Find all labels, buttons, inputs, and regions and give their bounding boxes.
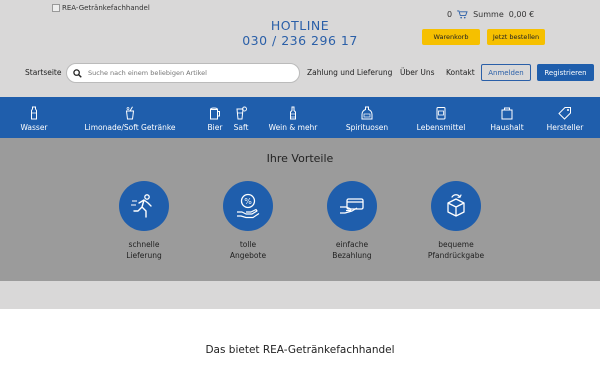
juice-glass-icon [236, 106, 247, 120]
wine-bottle-icon [290, 106, 296, 120]
discount-hand-icon: % [237, 193, 260, 219]
search-box[interactable] [66, 63, 300, 83]
benefit-circle [431, 181, 481, 231]
summe-value: 0,00 € [508, 10, 535, 19]
box-return-icon [447, 194, 465, 217]
benefit-circle: % [223, 181, 273, 231]
category-hersteller[interactable]: Hersteller [546, 97, 584, 138]
benefit-tolle-angebote: % tolle Angebote [208, 181, 288, 261]
jetzt-bestellen-button[interactable]: Jetzt bestellen [487, 29, 545, 45]
site-header: REA-Getränkefachhandel HOTLINE 030 / 236… [0, 0, 600, 97]
search-icon [73, 68, 82, 78]
site-logo[interactable]: REA-Getränkefachhandel [52, 4, 150, 12]
search-input[interactable] [88, 69, 278, 77]
category-label: Wein & mehr [268, 123, 318, 132]
household-box-icon [501, 107, 513, 120]
water-bottle-icon [31, 106, 37, 120]
benefit-einfache-bezahlung: einfache Bezahlung [312, 181, 392, 261]
summe-label: Summe [473, 10, 504, 19]
benefit-line1: einfache [335, 240, 369, 249]
nav-startseite[interactable]: Startseite [25, 68, 61, 77]
benefit-line2: Lieferung [126, 251, 162, 260]
benefit-circle [327, 181, 377, 231]
category-haushalt[interactable]: Haushalt [490, 97, 524, 138]
registrieren-button[interactable]: Registrieren [537, 64, 594, 81]
benefit-line2: Angebote [229, 251, 267, 260]
cart-icon [457, 10, 468, 19]
top-navigation: Startseite Zahlung und Lieferung Über Un… [0, 62, 600, 84]
broken-image-icon [52, 4, 60, 12]
benefit-line1: bequeme [438, 240, 474, 249]
vorteile-title: Ihre Vorteile [266, 152, 334, 165]
card-payment-icon [340, 198, 364, 214]
running-person-icon [131, 194, 152, 218]
beer-mug-icon [210, 107, 220, 120]
category-wein[interactable]: Wein & mehr [266, 97, 320, 138]
food-jar-icon [436, 107, 446, 120]
hotline: HOTLINE 030 / 236 296 17 [240, 18, 360, 48]
category-label: Wasser [20, 123, 48, 132]
category-spirituosen[interactable]: Spirituosen [344, 97, 390, 138]
nav-ueber-uns[interactable]: Über Uns [400, 68, 434, 77]
category-saft[interactable]: Saft [230, 97, 252, 138]
category-label: Bier [207, 123, 223, 132]
category-label: Spirituosen [345, 123, 389, 132]
logo-alt-text: REA-Getränkefachhandel [62, 4, 150, 12]
benefit-schnelle-lieferung: schnelle Lieferung [104, 181, 184, 261]
tag-icon [558, 107, 571, 120]
category-lebensmittel[interactable]: Lebensmittel [416, 97, 466, 138]
category-label: Hersteller [546, 123, 584, 132]
benefit-line1: tolle [239, 240, 257, 249]
warenkorb-button[interactable]: Warenkorb [422, 29, 480, 45]
benefit-line1: schnelle [128, 240, 160, 249]
cart-summary[interactable]: 0 Summe 0,00 € [447, 10, 534, 19]
category-label: Lebensmittel [416, 123, 466, 132]
soda-cup-icon [125, 106, 135, 120]
benefit-line2: Bezahlung [332, 251, 372, 260]
category-label: Saft [233, 123, 249, 132]
svg-text:%: % [244, 197, 252, 206]
nav-kontakt[interactable]: Kontakt [446, 68, 475, 77]
category-label: Limonade/Soft Getränke [84, 123, 176, 132]
hotline-number[interactable]: 030 / 236 296 17 [240, 33, 360, 48]
benefit-bequeme-pfandrueckgabe: bequeme Pfandrückgabe [416, 181, 496, 261]
category-label: Haushalt [490, 123, 524, 132]
hotline-label: HOTLINE [270, 18, 330, 33]
benefit-circle [119, 181, 169, 231]
bietet-heading: Das bietet REA-Getränkefachhandel [205, 344, 395, 356]
section-divider [0, 281, 600, 309]
cart-count: 0 [447, 10, 453, 19]
nav-zahlung-lieferung[interactable]: Zahlung und Lieferung [307, 68, 392, 77]
vorteile-section: Ihre Vorteile schnelle Lieferung % tolle [0, 138, 600, 281]
spirits-bottle-icon [361, 106, 373, 120]
category-bier[interactable]: Bier [204, 97, 226, 138]
benefit-line2: Pfandrückgabe [427, 251, 485, 260]
category-wasser[interactable]: Wasser [14, 97, 54, 138]
category-bar: Wasser Limonade/Soft Getränke Bier Saft … [0, 97, 600, 138]
category-limonade[interactable]: Limonade/Soft Getränke [82, 97, 178, 138]
anmelden-button[interactable]: Anmelden [481, 64, 531, 81]
